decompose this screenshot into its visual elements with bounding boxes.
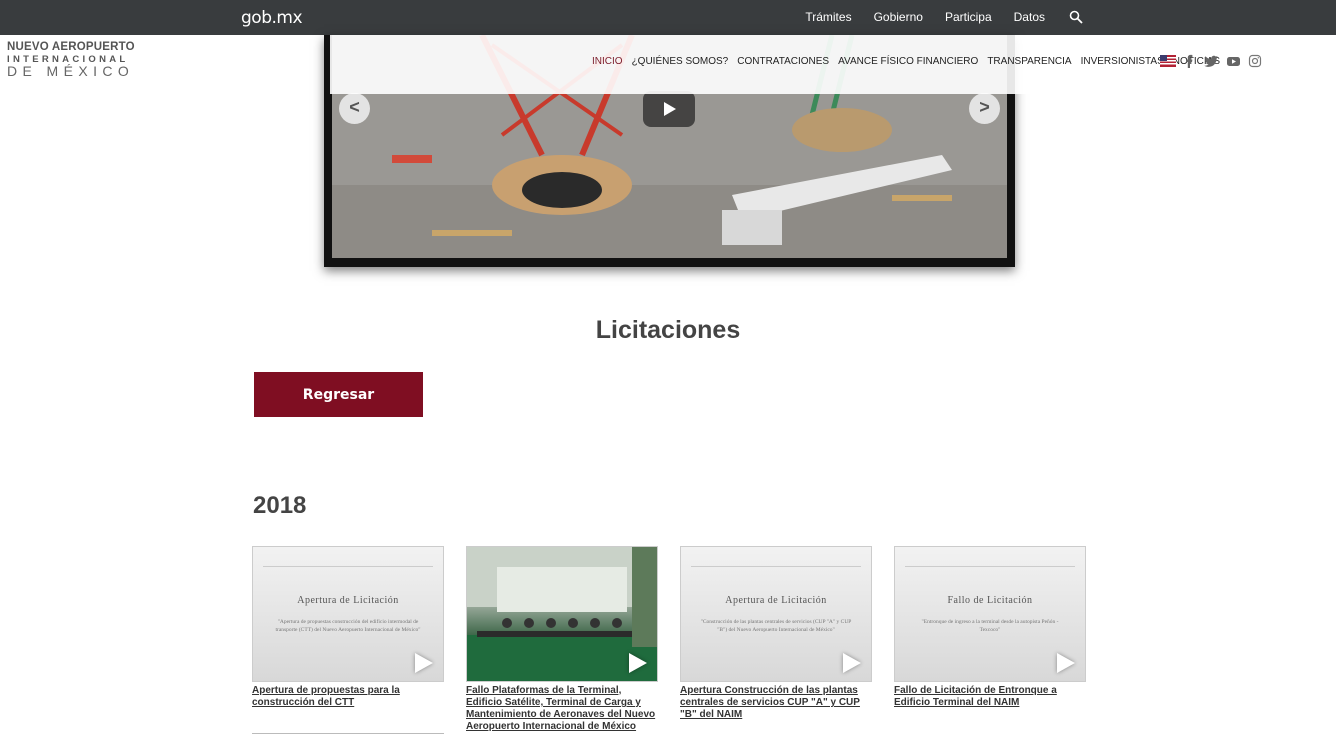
social-links (1160, 54, 1262, 68)
gob-mx-logo[interactable]: gob.mx (241, 8, 303, 28)
gob-nav-tramites[interactable]: Trámites (805, 10, 851, 24)
video-thumbnail[interactable] (466, 546, 658, 682)
video-caption-link[interactable]: Apertura Construcción de las plantas cen… (680, 685, 872, 721)
logo-line-1: NUEVO AEROPUERTO (7, 41, 135, 53)
video-card[interactable]: Apertura de Licitación "Apertura de prop… (252, 546, 444, 733)
nav-item-avance-fisico-financiero[interactable]: AVANCE FÍSICO FINANCIERO (838, 56, 978, 67)
gob-nav-datos[interactable]: Datos (1014, 10, 1045, 24)
thumbnail-title: Fallo de Licitación (947, 595, 1033, 606)
nav-item-contrataciones[interactable]: CONTRATACIONES (737, 56, 829, 67)
document-header-logos (691, 553, 861, 567)
naim-logo[interactable]: NUEVO AEROPUERTO INTERNACIONAL DE MÉXICO (7, 41, 147, 79)
gob-nav-participa[interactable]: Participa (945, 10, 992, 24)
nav-item-quienes-somos[interactable]: ¿QUIÉNES SOMOS? (632, 56, 729, 67)
gob-nav: Trámites Gobierno Participa Datos (805, 10, 1083, 24)
nav-item-transparencia[interactable]: TRANSPARENCIA (987, 56, 1071, 67)
video-thumbnail[interactable]: Apertura de Licitación "Construcción de … (680, 546, 872, 682)
video-card[interactable]: Apertura de Licitación "Construcción de … (680, 546, 872, 733)
nav-item-inversionistas[interactable]: INVERSIONISTAS (1081, 56, 1164, 67)
thumbnail-subtitle: "Apertura de propuestas construcción del… (275, 619, 421, 633)
logo-line-3: DE MÉXICO (7, 63, 135, 79)
gob-top-bar: gob.mx Trámites Gobierno Participa Datos (0, 0, 1336, 35)
document-header-logos (905, 553, 1075, 567)
play-icon[interactable] (1057, 653, 1075, 673)
document-header-logos (263, 553, 433, 567)
facebook-icon[interactable] (1182, 54, 1196, 68)
instagram-icon[interactable] (1248, 54, 1262, 68)
thumbnail-title: Apertura de Licitación (297, 595, 399, 606)
play-icon[interactable] (415, 653, 433, 673)
next-slide-button[interactable]: > (969, 93, 1000, 124)
search-icon[interactable] (1069, 10, 1083, 24)
video-caption-link[interactable]: Fallo de Licitación de Entronque a Edifi… (894, 685, 1086, 709)
video-card-list: Apertura de Licitación "Apertura de prop… (252, 546, 1086, 733)
page-title: Licitaciones (595, 316, 741, 344)
video-caption-link[interactable]: Apertura de propuestas para la construcc… (252, 685, 444, 709)
twitter-icon[interactable] (1204, 54, 1218, 68)
video-card[interactable]: Fallo de Licitación "Entronque de ingres… (894, 546, 1086, 733)
thumbnail-title: Apertura de Licitación (725, 595, 827, 606)
thumbnail-subtitle: "Construcción de las plantas centrales d… (700, 619, 852, 633)
video-thumbnail[interactable]: Apertura de Licitación "Apertura de prop… (252, 546, 444, 682)
site-navbar: INICIO ¿QUIÉNES SOMOS? CONTRATACIONES AV… (330, 35, 1336, 94)
play-icon[interactable] (643, 91, 695, 127)
thumbnail-subtitle: "Entronque de ingreso a la terminal desd… (921, 619, 1059, 633)
gob-nav-gobierno[interactable]: Gobierno (874, 10, 923, 24)
youtube-icon[interactable] (1226, 54, 1240, 68)
prev-slide-button[interactable]: < (339, 93, 370, 124)
us-flag-icon[interactable] (1160, 54, 1176, 68)
video-card[interactable]: Fallo Plataformas de la Terminal, Edific… (466, 546, 658, 733)
play-icon[interactable] (629, 653, 647, 673)
back-button[interactable]: Regresar (254, 372, 423, 417)
video-thumbnail[interactable]: Fallo de Licitación "Entronque de ingres… (894, 546, 1086, 682)
year-heading: 2018 (253, 492, 307, 519)
video-caption-link[interactable]: Fallo Plataformas de la Terminal, Edific… (466, 685, 658, 733)
nav-item-inicio[interactable]: INICIO (592, 56, 623, 67)
play-icon[interactable] (843, 653, 861, 673)
